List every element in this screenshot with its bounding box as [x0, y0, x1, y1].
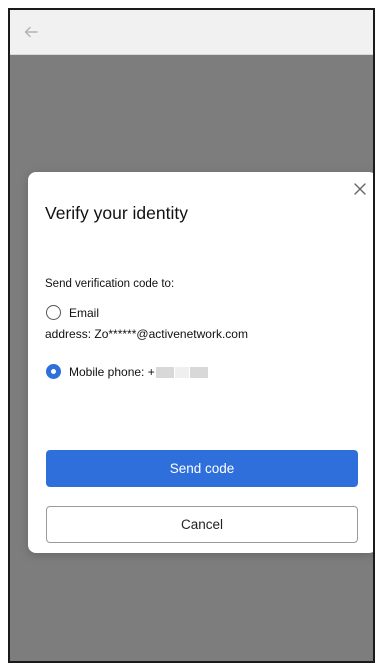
send-code-button[interactable]: Send code [46, 450, 358, 487]
email-option-label[interactable]: Email [69, 306, 99, 320]
cancel-button[interactable]: Cancel [46, 506, 358, 543]
arrow-left-icon [24, 26, 38, 38]
close-button[interactable] [351, 180, 369, 198]
dialog-title: Verify your identity [45, 203, 188, 223]
verify-identity-dialog: Verify your identity Send verification c… [28, 172, 373, 553]
redacted-phone-block [174, 367, 189, 379]
top-bar [10, 10, 373, 55]
email-radio[interactable] [46, 305, 61, 320]
mobile-phone-option-label[interactable]: Mobile phone: + [69, 365, 208, 379]
redacted-phone-block [189, 367, 208, 379]
email-address-value: Zo******@activenetwork.com [94, 327, 248, 341]
email-address-label: address: [45, 327, 92, 341]
mobile-phone-radio[interactable] [46, 364, 61, 379]
close-icon [354, 183, 366, 195]
email-address-line: address: Zo******@activenetwork.com [45, 327, 248, 341]
redacted-phone-block [155, 367, 174, 379]
back-button[interactable] [20, 22, 42, 42]
mobile-phone-label-text: Mobile phone: + [69, 365, 155, 379]
app-screen: Verify your identity Send verification c… [8, 8, 375, 663]
send-to-label: Send verification code to: [45, 278, 175, 290]
